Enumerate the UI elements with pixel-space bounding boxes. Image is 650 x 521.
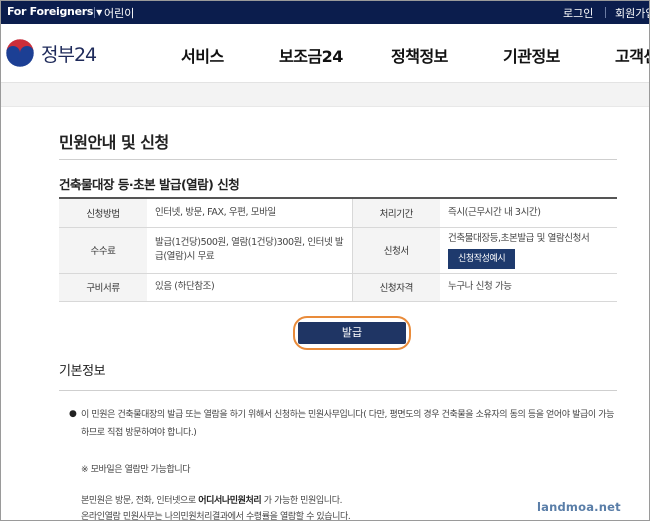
issue-button[interactable]: 발급 <box>298 322 406 344</box>
basic-info-title: 기본정보 <box>59 364 106 379</box>
text-segment: 가 가능한 민원입니다. <box>261 496 343 506</box>
nav-item-subsidy24[interactable]: 보조금24 <box>279 43 343 67</box>
fee-label: 수수료 <box>59 227 147 274</box>
divider <box>94 7 95 18</box>
nav-item-policy-info[interactable]: 정책정보 <box>391 43 448 67</box>
nav-item-agency-info[interactable]: 기관정보 <box>503 43 560 67</box>
online-view-text: 온라인열람 민원사무는 나의민원처리결과에서 수령률을 열람할 수 있습니다. <box>81 512 351 521</box>
anywhere-processing-text: 본민원은 방문, 전화, 인터넷으로 어디서나민원처리 가 가능한 민원입니다. <box>81 493 342 506</box>
browser-frame: For Foreigners▼ 어린이 로그인 회원가입 정부24 서비스 보조… <box>0 0 650 521</box>
header-band <box>1 83 649 107</box>
taegeuk-logo-icon <box>5 38 35 68</box>
logo-text: 정부24 <box>41 43 97 66</box>
issue-button-highlight: 발급 <box>293 316 411 350</box>
form-label: 신청서 <box>351 227 440 274</box>
nav-item-services[interactable]: 서비스 <box>181 43 224 67</box>
divider <box>59 390 617 391</box>
service-info-table: 신청방법 인터넷, 방문, FAX, 우편, 모바일 처리기간 즉시(근무시간 … <box>59 197 617 302</box>
period-label: 처리기간 <box>351 198 440 228</box>
page-title: 민원안내 및 신청 <box>59 133 169 152</box>
site-header: 정부24 서비스 보조금24 정책정보 기관정보 고객센터 <box>1 24 649 83</box>
mobile-note: ※ 모바일은 열람만 가능합니다 <box>81 465 191 475</box>
docs-label: 구비서류 <box>59 273 147 302</box>
table-row: 수수료 발급(1건당)500원, 열람(1건당)300원, 인터넷 발급(열람)… <box>59 227 617 274</box>
table-row: 신청방법 인터넷, 방문, FAX, 우편, 모바일 처리기간 즉시(근무시간 … <box>59 198 617 228</box>
bullet-icon: ● <box>69 409 77 419</box>
method-label: 신청방법 <box>59 198 147 228</box>
divider <box>605 7 606 18</box>
service-name: 건축물대장 등·초본 발급(열람) 신청 <box>59 177 240 192</box>
for-foreigners-dropdown[interactable]: For Foreigners ▼ <box>7 5 102 18</box>
period-value: 즉시(근무시간 내 3시간) <box>440 198 617 228</box>
table-row: 구비서류 있음 (하단참조) 신청자격 누구나 신청 가능 <box>59 273 617 302</box>
kids-link[interactable]: 어린이 <box>104 5 134 21</box>
docs-value: 있음 (하단참조) <box>147 273 352 302</box>
text-segment: 본민원은 방문, 전화, 인터넷으로 <box>81 496 199 506</box>
caret-down-icon: ▼ <box>96 8 102 17</box>
main-content: 민원안내 및 신청 건축물대장 등·초본 발급(열람) 신청 신청방법 인터넷,… <box>1 107 649 521</box>
for-foreigners-label: For Foreigners <box>7 5 94 18</box>
top-utility-bar: For Foreigners▼ 어린이 로그인 회원가입 <box>1 1 649 24</box>
divider <box>59 159 617 160</box>
gov24-logo[interactable]: 정부24 <box>5 38 97 68</box>
anywhere-processing-emphasis: 어디서나민원처리 <box>198 496 262 506</box>
watermark-text: landmoa.net <box>537 500 621 514</box>
qualification-label: 신청자격 <box>351 273 440 302</box>
qualification-value: 누구나 신청 가능 <box>440 273 617 302</box>
form-value: 건축물대장등,초본발급 및 열람신청서 <box>448 232 590 244</box>
form-example-button[interactable]: 신청작성예시 <box>448 248 516 269</box>
login-link[interactable]: 로그인 <box>563 5 593 21</box>
nav-item-customer-center[interactable]: 고객센터 <box>615 43 649 67</box>
form-cell: 건축물대장등,초본발급 및 열람신청서 신청작성예시 <box>440 227 617 274</box>
method-value: 인터넷, 방문, FAX, 우편, 모바일 <box>147 198 352 228</box>
basic-info-description: 이 민원은 건축물대장의 발급 또는 열람을 하기 위해서 신청하는 민원사무입… <box>81 410 615 438</box>
fee-value: 발급(1건당)500원, 열람(1건당)300원, 인터넷 발급(열람)시 무료 <box>147 227 352 274</box>
join-link[interactable]: 회원가입 <box>615 5 649 21</box>
